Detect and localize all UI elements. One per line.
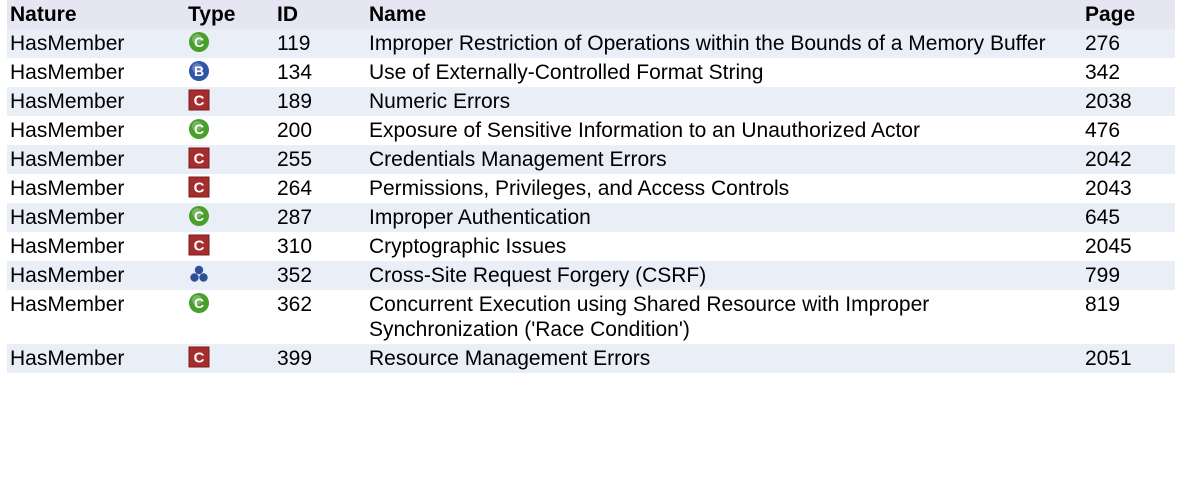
- table-row: HasMember C 287 Improper Authentication 645: [7, 203, 1175, 232]
- cell-type: C: [185, 87, 274, 116]
- cell-id: 200: [277, 119, 313, 142]
- category-icon: C: [188, 89, 270, 111]
- relationships-table: Nature Type ID Name Page HasMember C 119 Im…: [7, 0, 1175, 373]
- cell-name: Improper Authentication: [369, 206, 591, 229]
- cell-nature: HasMember: [10, 148, 125, 171]
- cell-type: B: [185, 58, 274, 87]
- header-name: Name: [369, 3, 427, 26]
- table-row: HasMember C 189 Numeric Errors 2038: [7, 87, 1175, 116]
- cell-id: 134: [277, 61, 313, 84]
- cell-id: 119: [277, 32, 311, 55]
- cell-type: C: [185, 290, 274, 344]
- base-icon: B: [188, 60, 270, 82]
- table-row: HasMember B 134 Use of Externally-Controlle…: [7, 58, 1175, 87]
- cell-id: 310: [277, 235, 313, 258]
- cell-page: 2043: [1085, 177, 1132, 200]
- svg-text:C: C: [194, 93, 205, 110]
- svg-text:C: C: [194, 151, 205, 168]
- svg-text:C: C: [194, 238, 205, 255]
- svg-text:C: C: [194, 350, 205, 367]
- cell-page: 2051: [1085, 347, 1132, 370]
- class-icon: C: [188, 205, 270, 227]
- cell-id: 362: [277, 293, 313, 316]
- cell-nature: HasMember: [10, 119, 125, 142]
- cell-type: C: [185, 232, 274, 261]
- svg-text:C: C: [194, 208, 204, 224]
- cell-nature: HasMember: [10, 293, 125, 316]
- cell-name: Permissions, Privileges, and Access Cont…: [369, 177, 790, 200]
- cell-id: 264: [277, 177, 313, 200]
- cell-type: C: [185, 29, 274, 58]
- cell-type: C: [185, 116, 274, 145]
- cell-type: C: [185, 344, 274, 373]
- cell-name: Numeric Errors: [369, 90, 511, 113]
- cell-name: Exposure of Sensitive Information to an …: [369, 119, 920, 142]
- table-row: HasMember C 119 Improper Restriction of Ope…: [7, 29, 1175, 58]
- cell-nature: HasMember: [10, 235, 125, 258]
- cell-page: 2045: [1085, 235, 1132, 258]
- cell-nature: HasMember: [10, 206, 125, 229]
- cell-name: Concurrent Execution using Shared Resour…: [369, 293, 930, 341]
- cell-page: 819: [1085, 293, 1121, 316]
- cell-page: 2042: [1085, 148, 1132, 171]
- cell-nature: HasMember: [10, 177, 125, 200]
- table-header-row: Nature Type ID Name Page: [7, 0, 1175, 29]
- cell-id: 255: [277, 148, 313, 171]
- table-row: HasMember C 310 Cryptographic Issues 2045: [7, 232, 1175, 261]
- class-icon: C: [188, 118, 270, 140]
- cell-nature: HasMember: [10, 347, 125, 370]
- cell-type: [185, 261, 274, 290]
- table-row: HasMember C 399 Resource Management Errors 2…: [7, 344, 1175, 373]
- header-page: Page: [1085, 3, 1136, 26]
- table-row: HasMember C 200 Exposure of Sensitive Infor…: [7, 116, 1175, 145]
- cell-type: C: [185, 174, 274, 203]
- cell-type: C: [185, 203, 274, 232]
- cell-name: Use of Externally-Controlled Format Stri…: [369, 61, 764, 84]
- cell-name: Cryptographic Issues: [369, 235, 567, 258]
- header-id: ID: [277, 3, 298, 26]
- cell-name: Cross-Site Request Forgery (CSRF): [369, 264, 707, 287]
- cell-page: 2038: [1085, 90, 1132, 113]
- svg-text:C: C: [194, 180, 205, 197]
- cell-name: Resource Management Errors: [369, 347, 651, 370]
- cell-page: 645: [1085, 206, 1121, 229]
- cell-id: 399: [277, 347, 313, 370]
- cell-name: Credentials Management Errors: [369, 148, 667, 171]
- cell-page: 342: [1085, 61, 1121, 84]
- category-icon: C: [188, 346, 270, 368]
- class-icon: C: [188, 31, 270, 53]
- cell-id: 189: [277, 90, 313, 113]
- table-row: HasMember C 264 Permissions, Privileges, an…: [7, 174, 1175, 203]
- cell-nature: HasMember: [10, 90, 125, 113]
- svg-text:B: B: [194, 63, 204, 79]
- cell-nature: HasMember: [10, 264, 125, 287]
- cell-page: 799: [1085, 264, 1121, 287]
- table-row: HasMember 352 Cross-Site Request Forgery (…: [7, 261, 1175, 290]
- svg-text:C: C: [194, 121, 204, 137]
- cell-nature: HasMember: [10, 61, 125, 84]
- header-type: Type: [188, 3, 236, 26]
- cell-name: Improper Restriction of Operations withi…: [369, 32, 1046, 55]
- category-icon: C: [188, 176, 270, 198]
- cell-nature: HasMember: [10, 32, 125, 55]
- cell-type: C: [185, 145, 274, 174]
- cell-page: 476: [1085, 119, 1121, 142]
- header-nature: Nature: [10, 3, 77, 26]
- cell-page: 276: [1085, 32, 1121, 55]
- table-row: HasMember C 255 Credentials Management Erro…: [7, 145, 1175, 174]
- table-row: HasMember C 362 Concurrent Execution using …: [7, 290, 1175, 344]
- category-icon: C: [188, 147, 270, 169]
- category-icon: C: [188, 234, 270, 256]
- composite-icon: [188, 263, 270, 285]
- svg-text:C: C: [194, 295, 204, 311]
- svg-text:C: C: [194, 34, 204, 50]
- cell-id: 352: [277, 264, 313, 287]
- class-icon: C: [188, 292, 270, 314]
- cell-id: 287: [277, 206, 313, 229]
